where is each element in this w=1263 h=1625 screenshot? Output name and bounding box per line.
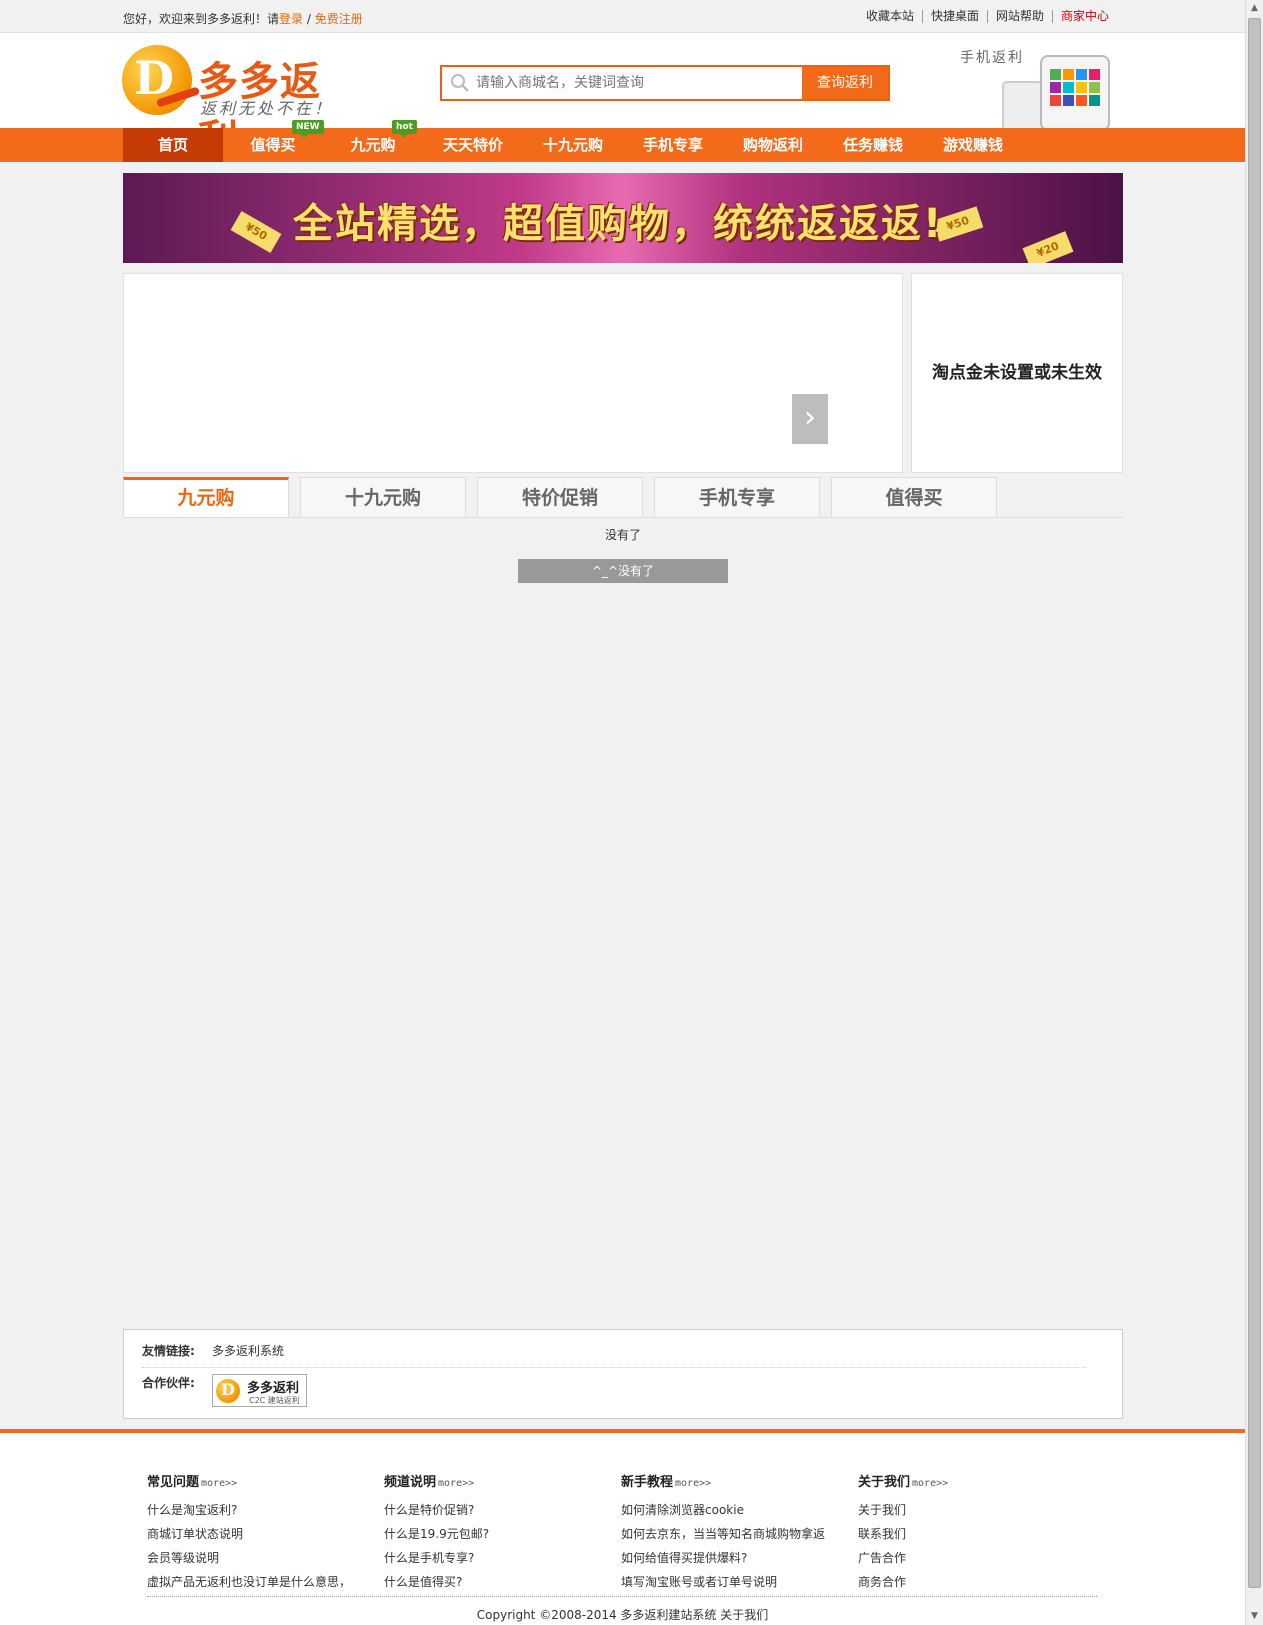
footer: 常见问题 more>> 什么是淘宝返利? 商城订单状态说明 会员等级说明 虚拟产品…	[0, 1429, 1245, 1625]
tab-nineteen-yuan[interactable]: 十九元购	[300, 477, 466, 517]
no-more-button[interactable]: ^_^没有了	[518, 559, 728, 583]
search-input[interactable]	[476, 67, 794, 99]
nav-item-shopping-rebate[interactable]: 购物返利	[723, 128, 823, 162]
friend-links-label: 友情链接:	[142, 1344, 195, 1358]
tab-nine-yuan[interactable]: 九元购	[123, 477, 289, 517]
merchant-center-link[interactable]: 商家中心	[1051, 10, 1117, 23]
more-link[interactable]: more>>	[438, 1478, 474, 1489]
more-link[interactable]: more>>	[675, 1478, 711, 1489]
partner-logo[interactable]: D 多多返利 C2C 建站返利	[212, 1374, 307, 1407]
bookmark-link[interactable]: 收藏本站	[858, 10, 922, 23]
tab-special-promo[interactable]: 特价促销	[477, 477, 643, 517]
register-link[interactable]: 免费注册	[315, 12, 363, 26]
desktop-shortcut-link[interactable]: 快捷桌面	[921, 10, 987, 23]
search-box: 查询返利	[440, 65, 890, 101]
footer-column-tutorials: 新手教程 more>> 如何清除浏览器cookie 如何去京东，当当等知名商城购物…	[621, 1471, 851, 1594]
links-box: 友情链接: 多多返利系统 合作伙伴: D 多多返利 C2C 建站返利	[123, 1329, 1123, 1419]
page-scrollbar[interactable]: ▲ ▼	[1245, 0, 1263, 1625]
footer-column-channels: 频道说明 more>> 什么是特价促销? 什么是19.9元包邮? 什么是手机专享?…	[384, 1471, 614, 1594]
phone-back-icon	[1002, 81, 1044, 131]
partners-label: 合作伙伴:	[142, 1376, 195, 1390]
footer-column-title: 新手教程 more>>	[621, 1475, 712, 1490]
nav-item-task-earn[interactable]: 任务赚钱	[823, 128, 923, 162]
footer-link[interactable]: 虚拟产品无返利也没订单是什么意思，	[147, 1570, 377, 1594]
footer-column-faq: 常见问题 more>> 什么是淘宝返利? 商城订单状态说明 会员等级说明 虚拟产品…	[147, 1471, 377, 1594]
footer-link[interactable]: 广告合作	[858, 1546, 1088, 1570]
footer-column-about: 关于我们 more>> 关于我们 联系我们 广告合作 商务合作	[858, 1471, 1088, 1594]
main-nav: 首页 值得买 NEW 九元购 hot 天天特价 十九元购 手机专享 购物返利 任…	[0, 120, 1245, 162]
tab-mobile-exclusive[interactable]: 手机专享	[654, 477, 820, 517]
more-link[interactable]: more>>	[912, 1478, 948, 1489]
scroll-down-arrow-icon[interactable]: ▼	[1246, 1608, 1263, 1625]
nav-item-label: 九元购	[350, 136, 396, 154]
footer-link[interactable]: 什么是手机专享?	[384, 1546, 614, 1570]
mobile-promo-label: 手机返利	[960, 50, 1024, 66]
banner-coupon-tag: ¥50	[230, 210, 282, 254]
search-button[interactable]: 查询返利	[802, 67, 888, 99]
empty-message: 没有了	[604, 528, 641, 542]
hot-badge: hot	[392, 120, 417, 138]
scrollbar-thumb[interactable]	[1248, 18, 1261, 1588]
footer-link[interactable]: 如何去京东，当当等知名商城购物拿返	[621, 1522, 851, 1546]
nav-item-nineteen-yuan[interactable]: 十九元购	[523, 128, 623, 162]
top-links: 收藏本站 快捷桌面 网站帮助 商家中心	[858, 10, 1117, 23]
chevron-right-icon: ›	[804, 400, 816, 435]
copyright: Copyright ©2008-2014 多多返利建站系统 关于我们	[476, 1608, 769, 1622]
top-bar: 您好，欢迎来到多多返利！请登录 / 免费注册 收藏本站 快捷桌面 网站帮助 商家…	[0, 0, 1245, 33]
promo-banner[interactable]: ¥50 ¥50 ¥20 全站精选，超值购物，统统返返返!	[123, 173, 1123, 263]
nav-item-mobile-exclusive[interactable]: 手机专享	[623, 128, 723, 162]
footer-link[interactable]: 商城订单状态说明	[147, 1522, 377, 1546]
logo-slogan: 返利无处不在！	[200, 99, 334, 118]
banner-coupon-tag: ¥20	[1022, 231, 1074, 263]
footer-link[interactable]: 商务合作	[858, 1570, 1088, 1594]
nav-item-label: 值得买	[250, 136, 296, 154]
site-logo[interactable]: D 多多返利 返利无处不在！	[122, 45, 354, 163]
nav-item-daily-deals[interactable]: 天天特价	[423, 128, 523, 162]
taodianjin-panel: 淘点金未设置或未生效	[911, 273, 1123, 473]
footer-column-title: 常见问题 more>>	[147, 1475, 238, 1490]
nav-item-home[interactable]: 首页	[123, 128, 223, 162]
welcome-area: 您好，欢迎来到多多返利！请登录 / 免费注册	[123, 10, 363, 27]
footer-link[interactable]: 什么是19.9元包邮?	[384, 1522, 614, 1546]
partners-row: 合作伙伴:	[142, 1374, 212, 1391]
new-badge: NEW	[292, 120, 324, 138]
search-icon	[451, 74, 469, 92]
partner-logo-icon: D	[216, 1379, 240, 1403]
welcome-text: 您好，欢迎来到多多返利！请	[123, 12, 280, 26]
footer-link[interactable]: 什么是淘宝返利?	[147, 1498, 377, 1522]
page: 您好，欢迎来到多多返利！请登录 / 免费注册 收藏本站 快捷桌面 网站帮助 商家…	[0, 0, 1245, 1625]
footer-link[interactable]: 什么是值得买?	[384, 1570, 614, 1594]
nav-item-game-earn[interactable]: 游戏赚钱	[923, 128, 1023, 162]
footer-column-title: 关于我们 more>>	[858, 1475, 949, 1490]
image-slider: ›	[123, 273, 903, 473]
login-link[interactable]: 登录	[279, 12, 303, 26]
scroll-up-arrow-icon[interactable]: ▲	[1246, 0, 1263, 17]
partner-name: 多多返利	[247, 1381, 300, 1396]
header: D 多多返利 返利无处不在！ 查询返利 手机返利	[0, 33, 1245, 163]
footer-link[interactable]: 关于我们	[858, 1498, 1088, 1522]
footer-link[interactable]: 填写淘宝账号或者订单号说明	[621, 1570, 851, 1594]
friend-link[interactable]: 多多返利系统	[212, 1344, 284, 1358]
footer-link[interactable]: 什么是特价促销?	[384, 1498, 614, 1522]
footer-link[interactable]: 如何清除浏览器cookie	[621, 1498, 851, 1522]
tab-worth-buying[interactable]: 值得买	[831, 477, 997, 517]
more-link[interactable]: more>>	[201, 1478, 237, 1489]
partner-subtitle: C2C 建站返利	[249, 1396, 300, 1405]
help-link[interactable]: 网站帮助	[986, 10, 1052, 23]
slash-separator: /	[303, 12, 315, 26]
product-tabs: 九元购 十九元购 特价促销 手机专享 值得买	[123, 477, 1123, 518]
footer-divider	[147, 1596, 1097, 1597]
footer-link[interactable]: 联系我们	[858, 1522, 1088, 1546]
mobile-promo[interactable]: 手机返利	[960, 45, 1118, 131]
friend-links-row: 友情链接: 多多返利系统	[142, 1342, 1086, 1368]
footer-link[interactable]: 如何给值得买提供爆料?	[621, 1546, 851, 1570]
footer-link[interactable]: 会员等级说明	[147, 1546, 377, 1570]
banner-text: 全站精选，超值购物，统统返返返!	[293, 201, 944, 247]
phone-front-icon	[1040, 55, 1110, 131]
slider-next-button[interactable]: ›	[792, 394, 828, 444]
footer-column-title: 频道说明 more>>	[384, 1475, 475, 1490]
